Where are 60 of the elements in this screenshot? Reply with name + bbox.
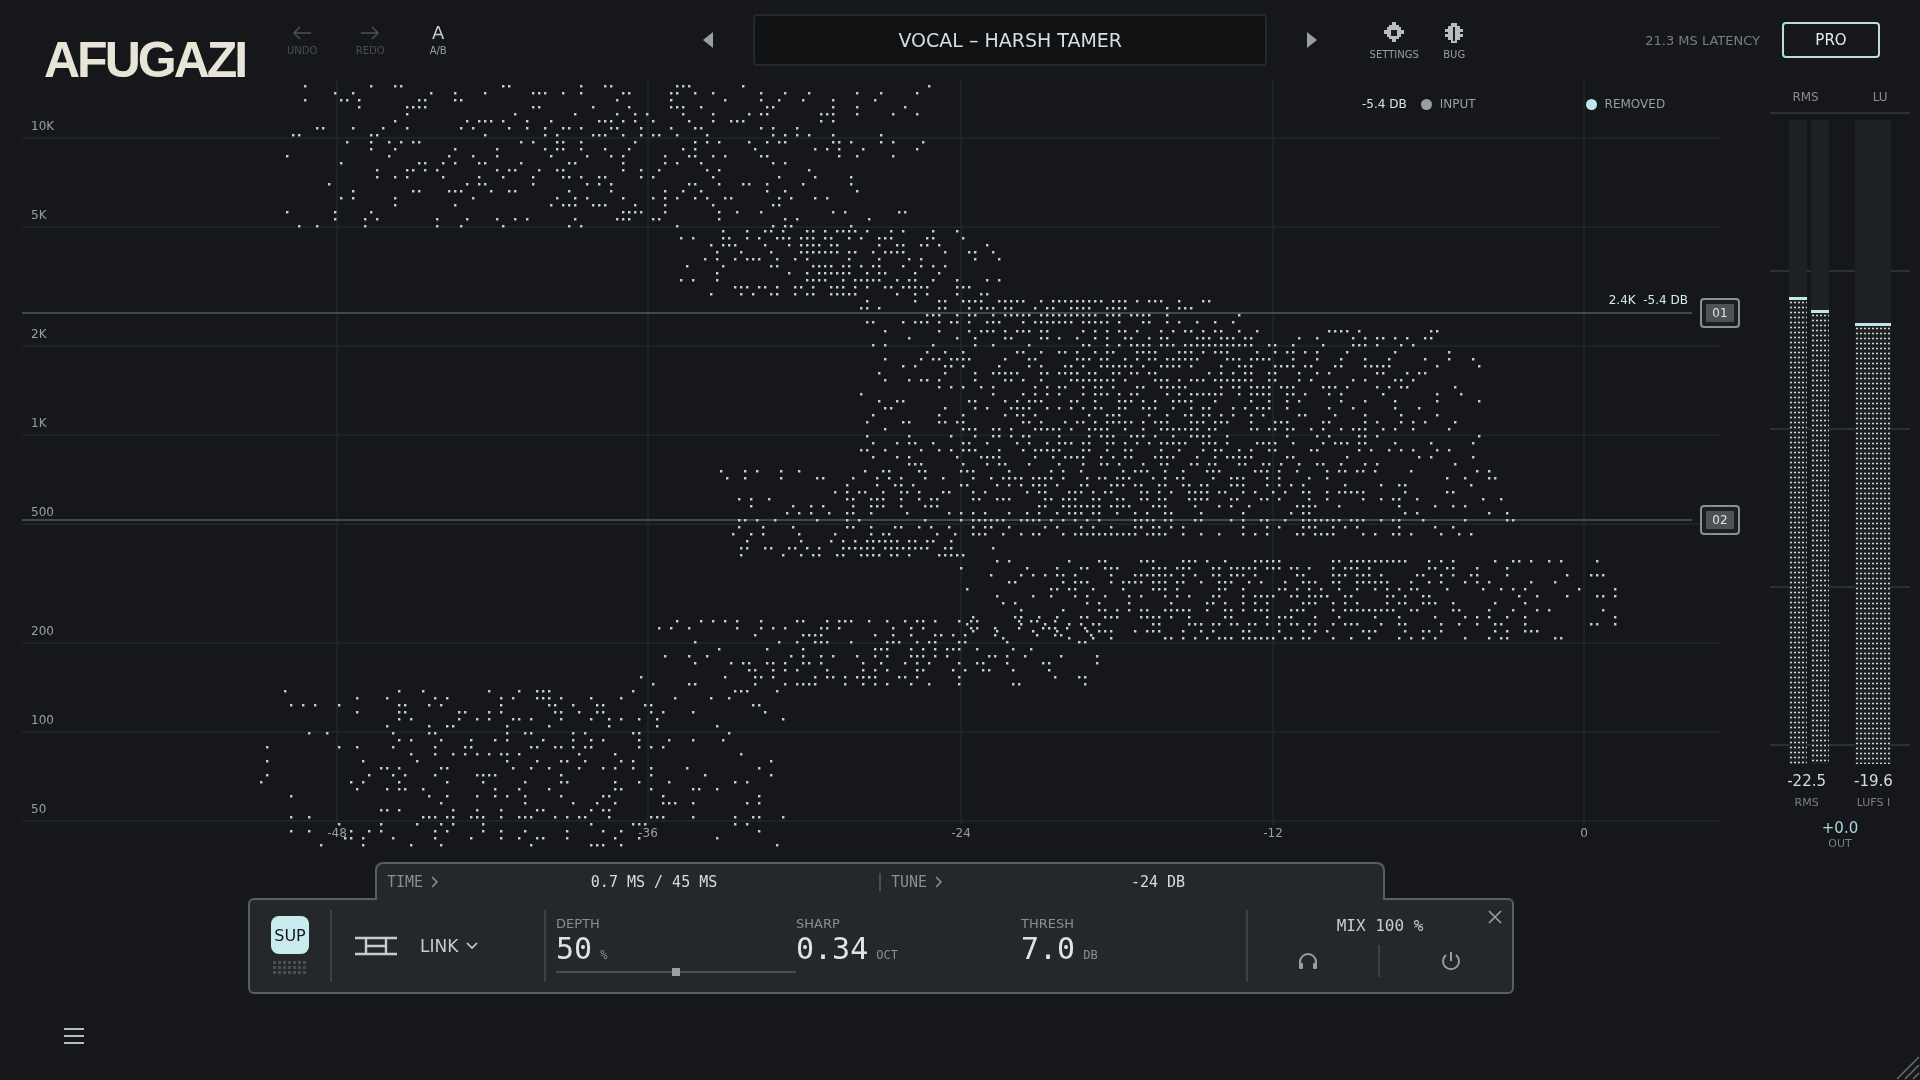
frequency-label: 2K: [31, 327, 47, 341]
band-reading: 2.4K -5.4 DB: [1608, 293, 1688, 307]
frequency-label: 10K: [31, 119, 55, 133]
meter-label: RMS: [1794, 796, 1819, 809]
level-label: -36: [638, 826, 658, 840]
level-label: -12: [1263, 826, 1283, 840]
param-value[interactable]: 0.34 OCT: [796, 931, 1021, 966]
frequency-label: 200: [31, 624, 54, 638]
tab-link[interactable]: TIME: [387, 873, 440, 891]
param-label: THRESH: [1021, 916, 1075, 931]
right-arrow-icon: [359, 24, 382, 41]
power-icon[interactable]: [1440, 949, 1462, 972]
tab-value: 0.7 MS / 45 MS: [590, 873, 718, 891]
bug-button[interactable]: BUG: [1431, 20, 1478, 60]
level-label: 0: [1580, 826, 1588, 840]
level-label: -24: [951, 826, 971, 840]
chevron-icon: [935, 876, 944, 888]
tab-link[interactable]: TUNE: [891, 873, 944, 891]
dot-grid-icon: [273, 960, 307, 976]
frequency-label: 100: [31, 713, 54, 727]
level-label: -48: [327, 826, 347, 840]
left-arrow-icon: [291, 24, 314, 41]
band-handle[interactable]: 02: [1700, 505, 1740, 535]
param-label: SHARP: [796, 916, 841, 931]
link-icon: [354, 935, 398, 957]
previous-arrow-icon[interactable]: [701, 31, 716, 49]
meter-value: -22.5: [1787, 772, 1826, 790]
caret-icon: [466, 942, 479, 950]
menu-icon[interactable]: [64, 1028, 84, 1044]
meter-label: LUFS I: [1856, 796, 1891, 809]
latency-label: 21.3 MS LATENCY: [1645, 32, 1760, 48]
meter-header: RMS: [1792, 90, 1819, 104]
output-gain-value[interactable]: +0.0: [1821, 819, 1859, 837]
settings-icon: [1382, 20, 1407, 45]
mode-button[interactable]: SUP: [271, 916, 309, 954]
meter-header: LU: [1872, 90, 1888, 104]
frequency-label: 50: [31, 802, 47, 816]
band-handle[interactable]: 01: [1700, 298, 1740, 328]
pro-button[interactable]: PRO: [1782, 22, 1880, 58]
settings-button[interactable]: SETTINGS: [1371, 20, 1418, 60]
close-icon[interactable]: [1488, 910, 1502, 924]
link-dropdown[interactable]: LINK: [420, 936, 479, 956]
frequency-label: 500: [31, 505, 54, 519]
param-label: DEPTH: [556, 916, 601, 931]
preset-name-field[interactable]: VOCAL – HARSH TAMER: [753, 14, 1268, 66]
frequency-label: 5K: [31, 208, 47, 222]
frequency-label: 1K: [31, 416, 47, 430]
param-value[interactable]: 7.0 DB: [1021, 931, 1246, 966]
tab-value: -24 DB: [1130, 873, 1186, 891]
legend-label: INPUT: [1439, 97, 1476, 111]
mix-value[interactable]: MIX 100 %: [1336, 915, 1424, 935]
meter-value: -19.6: [1854, 772, 1893, 790]
chevron-icon: [431, 876, 440, 888]
param-value[interactable]: 50 %: [556, 931, 796, 966]
level-reading: -5.4 DB: [1362, 97, 1407, 111]
legend-label: REMOVED: [1604, 97, 1666, 111]
headphones-icon[interactable]: [1298, 951, 1318, 970]
output-label: OUT: [1828, 837, 1852, 850]
ab-button[interactable]: A A/B: [415, 24, 462, 56]
logo: AFUGAZI: [44, 31, 247, 90]
